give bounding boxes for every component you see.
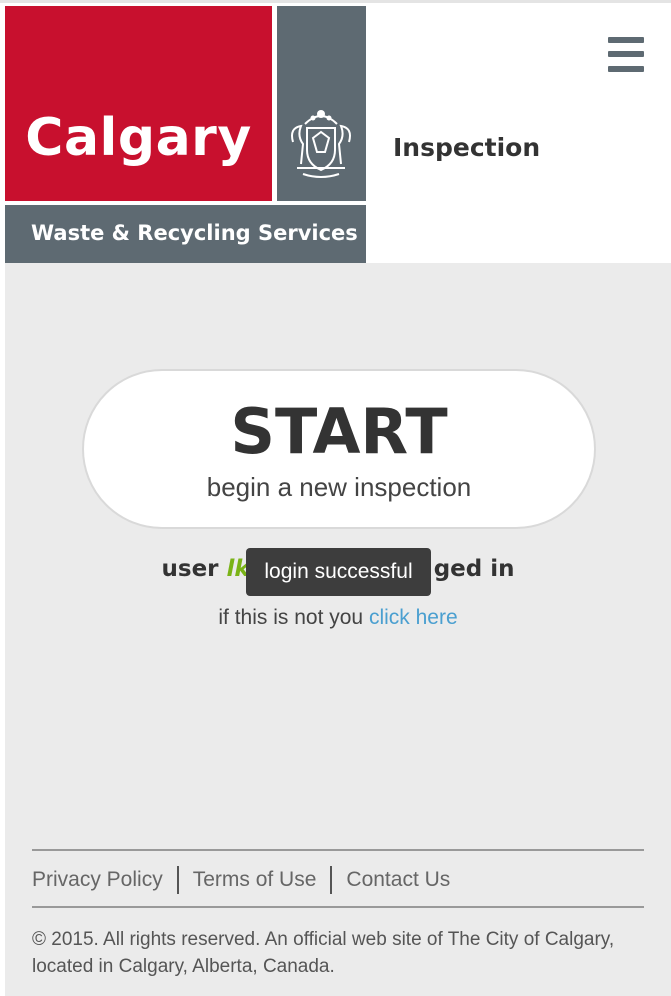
start-subtitle: begin a new inspection	[206, 472, 472, 502]
start-title: START	[230, 395, 448, 468]
copyright-text: © 2015. All rights reserved. An official…	[32, 929, 615, 977]
footer-links: Privacy Policy Terms of Use Contact Us	[32, 863, 450, 897]
terms-of-use-link[interactable]: Terms of Use	[193, 868, 317, 892]
menu-bar	[608, 51, 644, 57]
logo-subtitle-bar: Waste & Recycling Services	[5, 205, 366, 263]
link-separator	[330, 866, 333, 894]
calgary-logo[interactable]: Calgary	[5, 6, 272, 201]
footer-divider	[32, 906, 644, 908]
footer-divider	[32, 849, 644, 851]
hamburger-menu-icon[interactable]	[606, 37, 644, 75]
logo-wordmark: Calgary	[25, 108, 252, 168]
login-toast: login successful	[246, 548, 431, 596]
click-here-link[interactable]: click here	[369, 606, 458, 629]
contact-us-link[interactable]: Contact Us	[346, 868, 450, 892]
status-suffix: ged in	[433, 556, 515, 582]
menu-bar	[608, 66, 644, 72]
status-prefix: user	[161, 556, 227, 582]
coat-of-arms-icon	[291, 110, 351, 178]
link-separator	[176, 866, 179, 894]
not-you-text: if this is not you	[218, 606, 369, 629]
main-content: START begin a new inspection user lk ged …	[5, 263, 671, 996]
site-header: Calgary Waste & Recycling Services Inspe…	[0, 3, 671, 263]
start-inspection-button[interactable]: START begin a new inspection	[82, 369, 596, 529]
logo-subtitle: Waste & Recycling Services	[31, 221, 358, 245]
privacy-policy-link[interactable]: Privacy Policy	[32, 868, 163, 892]
crest-panel	[277, 6, 366, 201]
page-title: Inspection	[393, 133, 541, 162]
menu-bar	[608, 37, 644, 43]
not-you-line: if this is not you click here	[5, 606, 671, 630]
